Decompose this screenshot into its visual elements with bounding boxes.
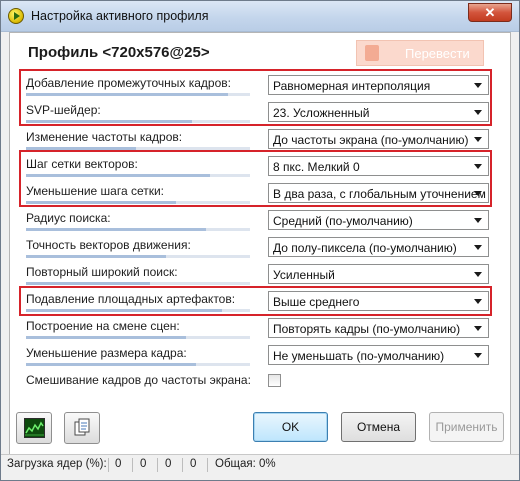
row-label-vector-precision: Точность векторов движения: bbox=[26, 238, 191, 252]
app-icon bbox=[8, 8, 24, 24]
highlight-box bbox=[19, 69, 492, 126]
select-value: До полу-пиксела (по-умолчанию) bbox=[273, 241, 457, 255]
row-label-framerate-change: Изменение частоты кадров: bbox=[26, 130, 183, 144]
select-wide-search[interactable]: Усиленный bbox=[268, 264, 489, 284]
apply-button[interactable]: Применить bbox=[429, 412, 504, 442]
dropdown-arrow-icon bbox=[474, 245, 482, 250]
ok-button[interactable]: OK bbox=[253, 412, 328, 442]
close-button[interactable]: ✕ bbox=[468, 3, 512, 22]
translate-button-label: Перевести bbox=[405, 46, 470, 61]
settings-window: Настройка активного профиля ✕ Профиль <7… bbox=[0, 0, 520, 481]
title-bar[interactable]: Настройка активного профиля ✕ bbox=[1, 1, 519, 32]
translate-button[interactable]: Перевести bbox=[356, 40, 484, 66]
row-divider bbox=[26, 282, 250, 285]
select-value: Средний (по-умолчанию) bbox=[273, 214, 413, 228]
dropdown-arrow-icon bbox=[474, 326, 482, 331]
core-load-value: 0 bbox=[190, 458, 197, 470]
row-divider bbox=[26, 255, 250, 258]
row-label-scene-change: Построение на смене сцен: bbox=[26, 319, 180, 333]
select-value: До частоты экрана (по-умолчанию) bbox=[273, 133, 469, 147]
row-divider bbox=[26, 336, 250, 339]
select-frame-size-reduction[interactable]: Не уменьшать (по-умолчанию) bbox=[268, 345, 489, 365]
row-label-search-radius: Радиус поиска: bbox=[26, 211, 111, 225]
copy-profile-button[interactable] bbox=[64, 412, 100, 444]
select-value: Усиленный bbox=[273, 268, 335, 282]
row-label-frame-blending: Смешивание кадров до частоты экрана: bbox=[26, 373, 251, 387]
highlight-box bbox=[19, 286, 492, 316]
dropdown-arrow-icon bbox=[474, 137, 482, 142]
row-label-wide-search: Повторный широкий поиск: bbox=[26, 265, 178, 279]
frame-blending-checkbox[interactable] bbox=[268, 374, 281, 387]
select-vector-precision[interactable]: До полу-пиксела (по-умолчанию) bbox=[268, 237, 489, 257]
dropdown-arrow-icon bbox=[474, 272, 482, 277]
profile-title: Профиль <720x576@25> bbox=[28, 44, 210, 61]
row-divider bbox=[26, 228, 250, 231]
graph-button[interactable] bbox=[16, 412, 52, 444]
translate-icon bbox=[365, 45, 379, 61]
select-value: Не уменьшать (по-умолчанию) bbox=[273, 349, 445, 363]
dropdown-arrow-icon bbox=[474, 218, 482, 223]
core-load-value: 0 bbox=[140, 458, 147, 470]
cores-load-label: Загрузка ядер (%): bbox=[7, 458, 107, 470]
window-title: Настройка активного профиля bbox=[31, 9, 209, 23]
row-label-frame-size-reduction: Уменьшение размера кадра: bbox=[26, 346, 187, 360]
select-value: Повторять кадры (по-умолчанию) bbox=[273, 322, 461, 336]
select-framerate-change[interactable]: До частоты экрана (по-умолчанию) bbox=[268, 129, 489, 149]
dialog-body: Профиль <720x576@25> Перевести Добавлени… bbox=[9, 32, 511, 474]
core-load-value: 0 bbox=[115, 458, 122, 470]
highlight-box bbox=[19, 150, 492, 207]
dropdown-arrow-icon bbox=[474, 353, 482, 358]
copy-icon bbox=[74, 418, 91, 438]
status-bar: Загрузка ядер (%): 0 0 0 0 Общая: 0% bbox=[1, 454, 519, 474]
select-search-radius[interactable]: Средний (по-умолчанию) bbox=[268, 210, 489, 230]
select-scene-change[interactable]: Повторять кадры (по-умолчанию) bbox=[268, 318, 489, 338]
graph-icon bbox=[24, 418, 45, 438]
total-load: Общая: 0% bbox=[215, 458, 276, 470]
row-divider bbox=[26, 363, 250, 366]
cancel-button[interactable]: Отмена bbox=[341, 412, 416, 442]
core-load-value: 0 bbox=[165, 458, 172, 470]
